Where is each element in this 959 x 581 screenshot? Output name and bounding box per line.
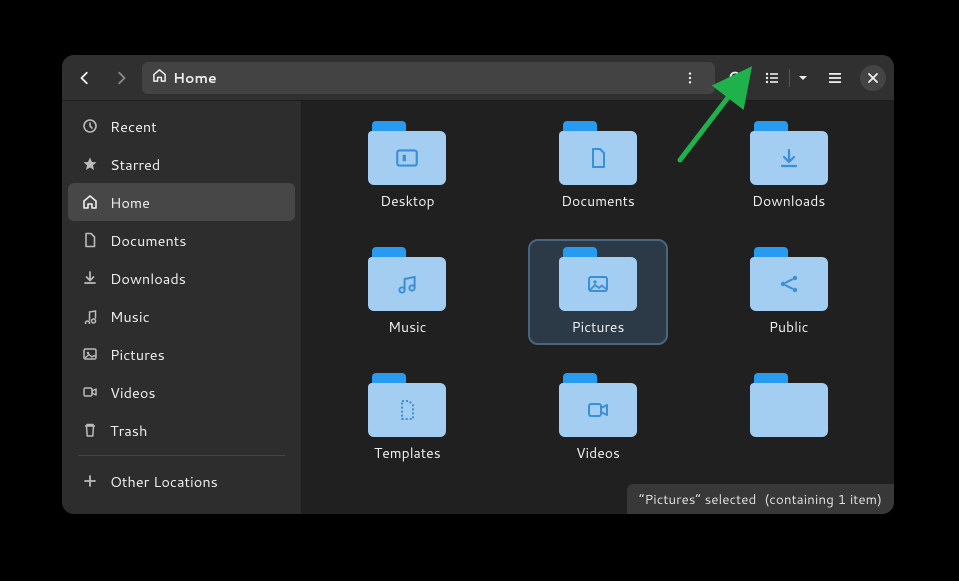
- status-bar: “Pictures” selected (containing 1 item): [627, 484, 894, 514]
- path-bar[interactable]: Home: [142, 62, 715, 94]
- sidebar-item-starred[interactable]: Starred: [68, 145, 295, 183]
- sidebar-item-pictures[interactable]: Pictures: [68, 335, 295, 373]
- folder-desktop[interactable]: Desktop: [337, 113, 477, 219]
- icon-grid: Desktop Documents: [302, 101, 894, 483]
- folder-label: Videos: [576, 443, 620, 463]
- plus-icon: [82, 473, 98, 489]
- hamburger-menu-button[interactable]: [820, 63, 850, 93]
- folder-icon: [559, 247, 637, 311]
- sidebar-item-recent[interactable]: Recent: [68, 107, 295, 145]
- folder-unnamed[interactable]: [719, 365, 859, 471]
- sidebar-item-documents[interactable]: Documents: [68, 221, 295, 259]
- folder-videos[interactable]: Videos: [528, 365, 668, 471]
- folder-templates[interactable]: Templates: [337, 365, 477, 471]
- folder-label: Music: [388, 317, 426, 337]
- sidebar-item-label: Other Locations: [110, 471, 218, 492]
- back-button[interactable]: [70, 63, 100, 93]
- status-detail: (containing 1 item): [764, 490, 882, 509]
- home-icon: [82, 194, 98, 210]
- folder-icon: [368, 373, 446, 437]
- sidebar-item-label: Music: [110, 306, 150, 327]
- list-view-button[interactable]: [757, 63, 787, 93]
- content-area[interactable]: Desktop Documents: [302, 101, 894, 514]
- folder-icon: [559, 121, 637, 185]
- path-segment-home[interactable]: Home: [152, 68, 217, 88]
- sidebar: Recent Starred Home Documents Downloads …: [62, 101, 302, 514]
- sidebar-item-label: Trash: [110, 420, 147, 441]
- home-icon: [152, 68, 167, 88]
- sidebar-item-label: Videos: [110, 382, 156, 403]
- sidebar-item-downloads[interactable]: Downloads: [68, 259, 295, 297]
- download-icon: [82, 270, 98, 286]
- folder-icon: [559, 373, 637, 437]
- sidebar-item-label: Documents: [110, 230, 186, 251]
- sidebar-item-home[interactable]: Home: [68, 183, 295, 221]
- document-icon: [82, 232, 98, 248]
- view-switcher: [757, 63, 814, 93]
- folder-icon: [750, 373, 828, 437]
- folder-icon: [368, 247, 446, 311]
- sidebar-item-label: Recent: [110, 116, 157, 137]
- video-icon: [82, 384, 98, 400]
- folder-label: Desktop: [380, 191, 434, 211]
- sidebar-item-label: Downloads: [110, 268, 186, 289]
- sidebar-item-other-locations[interactable]: Other Locations: [68, 462, 295, 500]
- folder-downloads[interactable]: Downloads: [719, 113, 859, 219]
- close-button[interactable]: [860, 65, 886, 91]
- folder-music[interactable]: Music: [337, 239, 477, 345]
- path-menu-button[interactable]: [675, 63, 705, 93]
- sidebar-item-music[interactable]: Music: [68, 297, 295, 335]
- sidebar-item-videos[interactable]: Videos: [68, 373, 295, 411]
- folder-label: Pictures: [572, 317, 625, 337]
- status-selected: “Pictures” selected: [639, 490, 756, 509]
- file-manager-window: Home: [62, 55, 894, 514]
- folder-label: Templates: [374, 443, 441, 463]
- sidebar-item-label: Home: [110, 192, 150, 213]
- picture-icon: [82, 346, 98, 362]
- folder-documents[interactable]: Documents: [528, 113, 668, 219]
- headerbar: Home: [62, 55, 894, 101]
- sidebar-item-label: Pictures: [110, 344, 165, 365]
- folder-icon: [750, 121, 828, 185]
- view-options-dropdown[interactable]: [792, 63, 814, 93]
- folder-public[interactable]: Public: [719, 239, 859, 345]
- folder-pictures[interactable]: Pictures: [528, 239, 668, 345]
- folder-icon: [368, 121, 446, 185]
- sidebar-item-label: Starred: [110, 154, 160, 175]
- sidebar-item-trash[interactable]: Trash: [68, 411, 295, 449]
- folder-icon: [750, 247, 828, 311]
- trash-icon: [82, 422, 98, 438]
- star-icon: [82, 156, 98, 172]
- folder-label: Downloads: [752, 191, 825, 211]
- clock-icon: [82, 118, 98, 134]
- music-icon: [82, 308, 98, 324]
- folder-label: Public: [769, 317, 809, 337]
- search-button[interactable]: [721, 63, 751, 93]
- forward-button[interactable]: [106, 63, 136, 93]
- path-label: Home: [173, 68, 217, 88]
- folder-label: Documents: [561, 191, 635, 211]
